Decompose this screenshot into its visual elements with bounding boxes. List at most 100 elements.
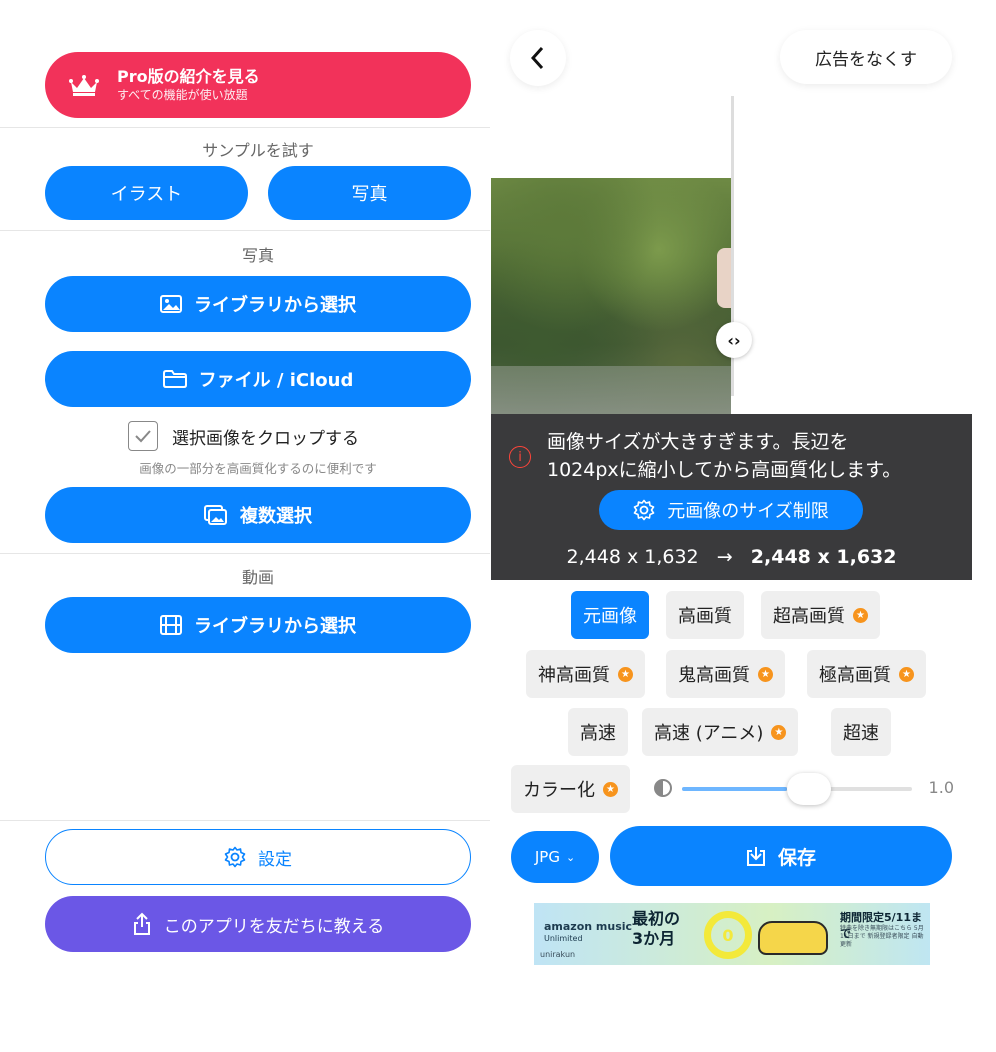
video-library-button[interactable]: ライブラリから選択: [45, 597, 471, 653]
share-app-button[interactable]: このアプリを友だちに教える: [45, 896, 471, 952]
folder-icon: [162, 370, 187, 388]
photo-library-label: ライブラリから選択: [194, 295, 356, 316]
pro-title: Pro版の紹介を見る: [117, 67, 260, 86]
chip-original[interactable]: 元画像: [571, 591, 649, 639]
crop-checkbox[interactable]: [128, 421, 158, 451]
settings-label: 設定: [258, 849, 292, 870]
gear-icon: [633, 499, 655, 521]
size-from: 2,448 x 1,632: [566, 546, 699, 568]
divider: [0, 127, 490, 128]
car-illustration: [758, 921, 828, 955]
chip-colorize[interactable]: カラー化 ★: [511, 765, 630, 813]
size-to: 2,448 x 1,632: [750, 546, 897, 568]
ad-banner[interactable]: amazon music Unlimited unirakun 最初の 3か月 …: [534, 903, 930, 965]
save-label: 保存: [777, 846, 816, 869]
multi-select-label: 複数選択: [240, 506, 312, 527]
crown-icon: [69, 75, 99, 96]
download-icon: [746, 845, 766, 867]
pro-star-icon: ★: [899, 666, 914, 682]
pro-star-icon: ★: [618, 666, 633, 682]
divider: [0, 230, 490, 231]
ad-fine-print: 特典を除き無期限はこちら 5月11日まで 新規登録者限定 自動更新: [840, 925, 924, 948]
info-icon: i: [509, 446, 531, 468]
chip-fast-anime[interactable]: 高速 (アニメ) ★: [642, 708, 799, 756]
arrow-right-icon: →: [716, 546, 733, 568]
pro-intro-button[interactable]: Pro版の紹介を見る すべての機能が使い放題: [45, 52, 471, 118]
slider-knob[interactable]: [786, 773, 831, 805]
chip-label: 超速: [843, 723, 879, 744]
preview-image: [491, 178, 731, 416]
pro-star-icon: ★: [603, 781, 618, 797]
sample-illust-button[interactable]: イラスト: [45, 166, 248, 220]
chip-super-high[interactable]: 超高画質 ★: [761, 591, 880, 639]
share-icon: [132, 912, 152, 936]
ad-tag: unirakun: [540, 950, 576, 959]
ad-headline-2: 3か月: [632, 929, 676, 948]
warning-line-2: 1024pxに縮小してから高画質化します。: [547, 459, 902, 481]
sample-section-title: サンプルを試す: [202, 141, 314, 160]
size-limit-button[interactable]: 元画像のサイズ制限: [599, 490, 863, 530]
chip-label: 高画質: [678, 606, 732, 627]
pro-subtitle: すべての機能が使い放題: [117, 88, 248, 102]
file-icloud-button[interactable]: ファイル / iCloud: [45, 351, 471, 407]
file-icloud-label: ファイル / iCloud: [198, 370, 354, 391]
ad-brand: amazon music Unlimited: [544, 921, 632, 945]
multi-image-icon: [204, 505, 228, 525]
chip-ultra-fast[interactable]: 超速: [831, 708, 891, 756]
divider: [0, 820, 490, 821]
photo-section-title: 写真: [241, 246, 274, 265]
contrast-icon: [654, 779, 672, 797]
chip-label: 神高画質: [538, 665, 610, 686]
pro-star-icon: ★: [758, 666, 773, 682]
slider-track[interactable]: [682, 773, 912, 805]
gear-icon: [224, 846, 246, 868]
ad-brand-name: amazon music: [544, 920, 633, 933]
chip-label: 鬼高画質: [678, 665, 750, 686]
checkmark-icon: [135, 430, 151, 443]
video-library-label: ライブラリから選択: [194, 616, 356, 637]
strength-slider[interactable]: 1.0: [654, 773, 954, 805]
chip-fast[interactable]: 高速: [568, 708, 628, 756]
pro-star-icon: ★: [853, 607, 868, 623]
chip-label: 高速: [580, 723, 616, 744]
sample-photo-button[interactable]: 写真: [268, 166, 471, 220]
size-conversion: 2,448 x 1,632 → 2,448 x 1,632: [491, 546, 972, 568]
crop-hint: 画像の一部分を高画質化するのに便利です: [139, 461, 377, 476]
sample-illust-label: イラスト: [110, 184, 183, 205]
remove-ads-button[interactable]: 広告をなくす: [780, 30, 952, 84]
ad-headline: 最初の 3か月: [632, 909, 680, 949]
format-select[interactable]: JPG ⌄: [511, 831, 599, 883]
left-right-arrows-icon: ‹›: [727, 330, 741, 350]
ad-headline-1: 最初の: [632, 909, 681, 928]
pro-star-icon: ★: [771, 724, 787, 740]
film-icon: [160, 615, 182, 635]
chip-god-high[interactable]: 神高画質 ★: [526, 650, 645, 698]
crop-label: 選択画像をクロップする: [172, 428, 359, 449]
ad-zero: 0: [704, 911, 752, 959]
chip-label: 極高画質: [819, 665, 891, 686]
chip-high[interactable]: 高画質: [666, 591, 744, 639]
photo-library-button[interactable]: ライブラリから選択: [45, 276, 471, 332]
remove-ads-label: 広告をなくす: [815, 49, 917, 70]
chevron-left-icon: [531, 46, 544, 70]
compare-handle[interactable]: ‹›: [716, 322, 752, 358]
chip-ultimate-high[interactable]: 極高画質 ★: [807, 650, 926, 698]
chevron-down-icon: ⌄: [565, 850, 576, 864]
image-icon: [160, 295, 182, 313]
warning-line-1: 画像サイズが大きすぎます。長辺を: [547, 431, 849, 453]
chip-label: 元画像: [583, 606, 637, 627]
multi-select-button[interactable]: 複数選択: [45, 487, 471, 543]
save-button[interactable]: 保存: [610, 826, 952, 886]
chip-oni-high[interactable]: 鬼高画質 ★: [666, 650, 785, 698]
back-button[interactable]: [510, 30, 566, 86]
format-label: JPG: [534, 848, 560, 866]
chip-label: カラー化: [523, 780, 595, 801]
chip-label: 超高画質: [773, 606, 845, 627]
chip-label: 高速 (アニメ): [654, 723, 764, 744]
divider: [0, 553, 490, 554]
crop-option[interactable]: 選択画像をクロップする: [128, 419, 359, 453]
settings-button[interactable]: 設定: [45, 829, 471, 885]
video-section-title: 動画: [241, 568, 274, 587]
size-limit-label: 元画像のサイズ制限: [667, 501, 829, 522]
ad-brand-sub: Unlimited: [544, 934, 583, 943]
